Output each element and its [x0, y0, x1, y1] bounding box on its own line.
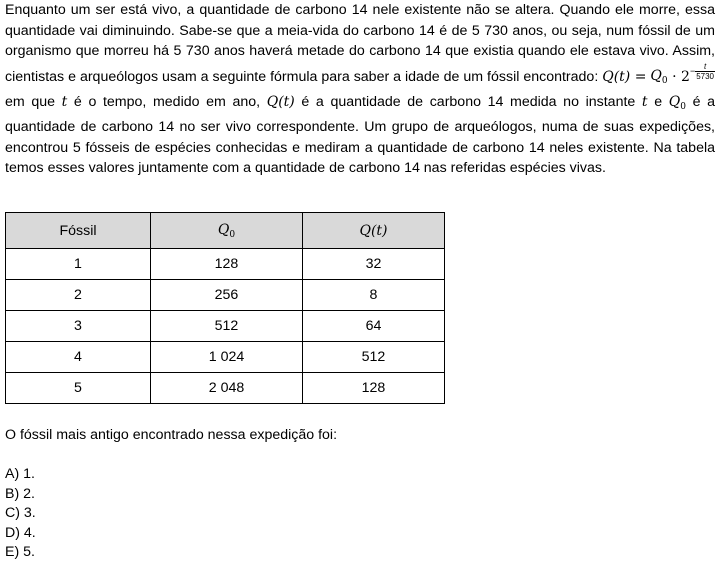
header-q0: Q0: [150, 212, 303, 249]
q0-value: 2 048: [150, 372, 303, 404]
fossil-number: 3: [5, 310, 151, 342]
text-quantidade: é a quantidade de carbono 14 medida no i…: [294, 93, 642, 110]
var-q-of-t: Q(t): [266, 93, 295, 110]
text-em-que: em que: [5, 93, 62, 110]
option-e[interactable]: E) 5.: [5, 543, 36, 563]
problem-statement: Enquanto um ser está vivo, a quantidade …: [5, 0, 715, 179]
qt-value: 64: [302, 310, 445, 342]
header-fossil: Fóssil: [5, 212, 151, 249]
table-row: 2 256 8: [5, 279, 445, 311]
var-q0: Q0: [668, 93, 686, 112]
fossil-number: 2: [5, 279, 151, 311]
q0-value: 128: [150, 248, 303, 280]
q0-value: 1 024: [150, 341, 303, 373]
formula-lhs: Q(t) =: [602, 68, 647, 85]
option-c[interactable]: C) 3.: [5, 504, 36, 524]
table-row: 1 128 32: [5, 248, 445, 280]
table-header-row: Fóssil Q0 Q(t): [5, 212, 445, 249]
option-d[interactable]: D) 4.: [5, 524, 36, 544]
question-text: O fóssil mais antigo encontrado nessa ex…: [5, 427, 338, 443]
option-b[interactable]: B) 2.: [5, 485, 36, 505]
table-row: 4 1 024 512: [5, 341, 445, 373]
text-tempo: é o tempo, medido em ano,: [67, 93, 267, 110]
fossil-number: 5: [5, 372, 151, 404]
fossil-table: Fóssil Q0 Q(t) 1 128 32 2 256 8 3 512 64…: [5, 212, 445, 404]
qt-value: 32: [302, 248, 445, 280]
qt-value: 8: [302, 279, 445, 311]
q0-value: 512: [150, 310, 303, 342]
formula-base: · 2: [667, 68, 690, 85]
formula-exponent: − t 5730: [689, 61, 715, 81]
qt-value: 128: [302, 372, 445, 404]
table-row: 3 512 64: [5, 310, 445, 342]
fossil-number: 1: [5, 248, 151, 280]
q0-value: 256: [150, 279, 303, 311]
table-row: 5 2 048 128: [5, 372, 445, 404]
option-a[interactable]: A) 1.: [5, 465, 36, 485]
formula-q0: Q0: [650, 68, 668, 87]
qt-value: 512: [302, 341, 445, 373]
header-q-of-t: Q(t): [302, 212, 445, 249]
fossil-number: 4: [5, 341, 151, 373]
answer-options: A) 1. B) 2. C) 3. D) 4. E) 5.: [5, 465, 36, 563]
text-e: e: [647, 93, 669, 110]
